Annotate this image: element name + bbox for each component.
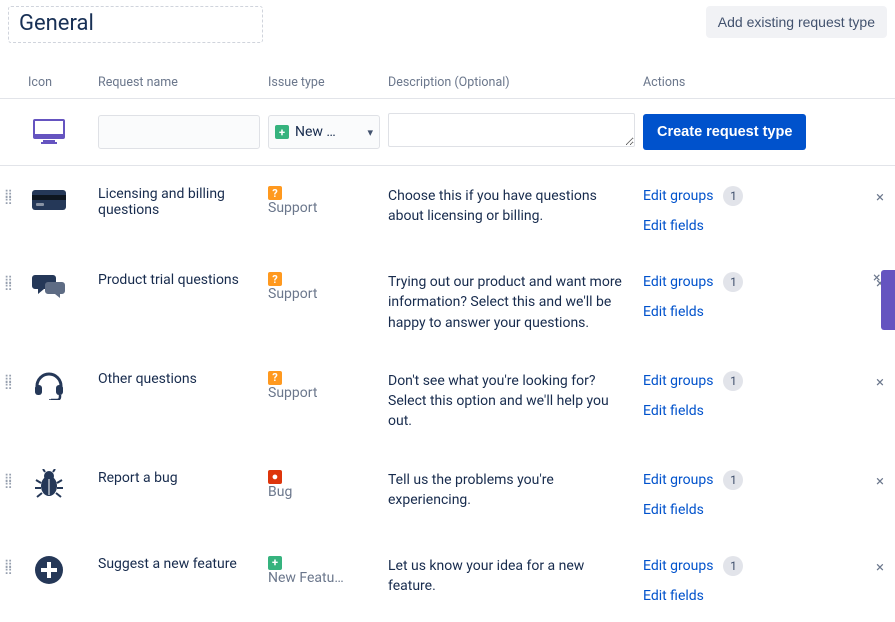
- col-issue-type: Issue type: [264, 75, 384, 90]
- table-row: ⠿⠿ Product trial questions ? Support Try…: [0, 252, 895, 351]
- edit-groups-link[interactable]: Edit groups: [643, 558, 713, 574]
- issue-type-label: New Featu…: [268, 570, 344, 586]
- group-count-badge: 1: [723, 371, 743, 391]
- request-name: Licensing and billing questions: [94, 186, 264, 218]
- description-input[interactable]: [388, 113, 635, 147]
- headset-icon: [32, 371, 66, 399]
- description-text: Let us know your idea for a new feature.: [384, 556, 639, 597]
- issue-type-icon: ?: [268, 272, 282, 286]
- issue-type-label: Support: [268, 385, 317, 401]
- col-description: Description (Optional): [384, 75, 639, 90]
- edit-fields-link[interactable]: Edit fields: [643, 304, 704, 320]
- col-request-name: Request name: [94, 75, 264, 90]
- drag-handle-icon[interactable]: ⠿⠿: [0, 186, 24, 204]
- table-row: ⠿⠿ Suggest a new feature + New Featu… Le…: [0, 536, 895, 622]
- edit-fields-link[interactable]: Edit fields: [643, 403, 704, 419]
- group-count-badge: 1: [723, 556, 743, 576]
- edit-groups-link[interactable]: Edit groups: [643, 274, 713, 290]
- delete-row-button[interactable]: ×: [865, 371, 895, 391]
- request-name: Other questions: [94, 371, 264, 387]
- description-text: Don't see what you're looking for? Selec…: [384, 371, 639, 432]
- issue-type: ● Bug: [264, 470, 384, 500]
- edit-groups-link[interactable]: Edit groups: [643, 188, 713, 204]
- create-request-type-button[interactable]: Create request type: [643, 114, 806, 150]
- col-icon: Icon: [24, 75, 94, 90]
- issue-type-select-label: New …: [295, 124, 336, 140]
- group-count-badge: 1: [723, 272, 743, 292]
- add-existing-request-type-button[interactable]: Add existing request type: [706, 6, 887, 38]
- group-count-badge: 1: [723, 470, 743, 490]
- credit-card-icon: [32, 186, 66, 214]
- feedback-side-tab[interactable]: [881, 270, 895, 330]
- group-count-badge: 1: [723, 186, 743, 206]
- issue-type-select[interactable]: + New … ▾: [268, 115, 380, 149]
- edit-groups-link[interactable]: Edit groups: [643, 373, 713, 389]
- monitor-icon[interactable]: [32, 118, 66, 146]
- issue-type-icon: ●: [268, 470, 282, 484]
- issue-type: + New Featu…: [264, 556, 384, 586]
- table-row: ⠿⠿ Other questions ? Support Don't see w…: [0, 351, 895, 450]
- bug-icon: [32, 470, 66, 498]
- new-request-row: + New … ▾ Create request type: [0, 99, 895, 166]
- delete-row-button[interactable]: ×: [865, 556, 895, 576]
- issue-type: ? Support: [264, 371, 384, 401]
- description-text: Choose this if you have questions about …: [384, 186, 639, 227]
- request-name: Report a bug: [94, 470, 264, 486]
- description-text: Tell us the problems you're experiencing…: [384, 470, 639, 511]
- drag-handle-icon[interactable]: ⠿⠿: [0, 556, 24, 574]
- plus-icon: [32, 556, 66, 584]
- drag-handle-icon[interactable]: ⠿⠿: [0, 272, 24, 290]
- edit-groups-link[interactable]: Edit groups: [643, 472, 713, 488]
- issue-type-label: Bug: [268, 484, 292, 500]
- delete-row-button[interactable]: ×: [865, 470, 895, 490]
- issue-type: ? Support: [264, 186, 384, 216]
- edit-fields-link[interactable]: Edit fields: [643, 502, 704, 518]
- issue-type-icon: +: [268, 556, 282, 570]
- edit-fields-link[interactable]: Edit fields: [643, 218, 704, 234]
- request-name: Product trial questions: [94, 272, 264, 288]
- chat-icon: [32, 272, 66, 300]
- drag-handle-icon[interactable]: ⠿⠿: [0, 470, 24, 488]
- issue-type-label: Support: [268, 200, 317, 216]
- col-actions: Actions: [639, 75, 895, 90]
- chevron-down-icon: ▾: [367, 126, 373, 139]
- drag-handle-icon[interactable]: ⠿⠿: [0, 371, 24, 389]
- plus-square-icon: +: [275, 125, 289, 139]
- table-row: ⠿⠿ Report a bug ● Bug Tell us the proble…: [0, 450, 895, 536]
- table-row: ⠿⠿ Licensing and billing questions ? Sup…: [0, 166, 895, 252]
- edit-fields-link[interactable]: Edit fields: [643, 588, 704, 604]
- delete-row-button[interactable]: ×: [865, 186, 895, 206]
- description-text: Trying out our product and want more inf…: [384, 272, 639, 333]
- issue-type-icon: ?: [268, 371, 282, 385]
- issue-type-label: Support: [268, 286, 317, 302]
- request-name: Suggest a new feature: [94, 556, 264, 572]
- issue-type: ? Support: [264, 272, 384, 302]
- group-title-input[interactable]: General: [8, 6, 263, 43]
- request-name-input[interactable]: [98, 115, 260, 149]
- issue-type-icon: ?: [268, 186, 282, 200]
- table-header: Icon Request name Issue type Description…: [0, 47, 895, 99]
